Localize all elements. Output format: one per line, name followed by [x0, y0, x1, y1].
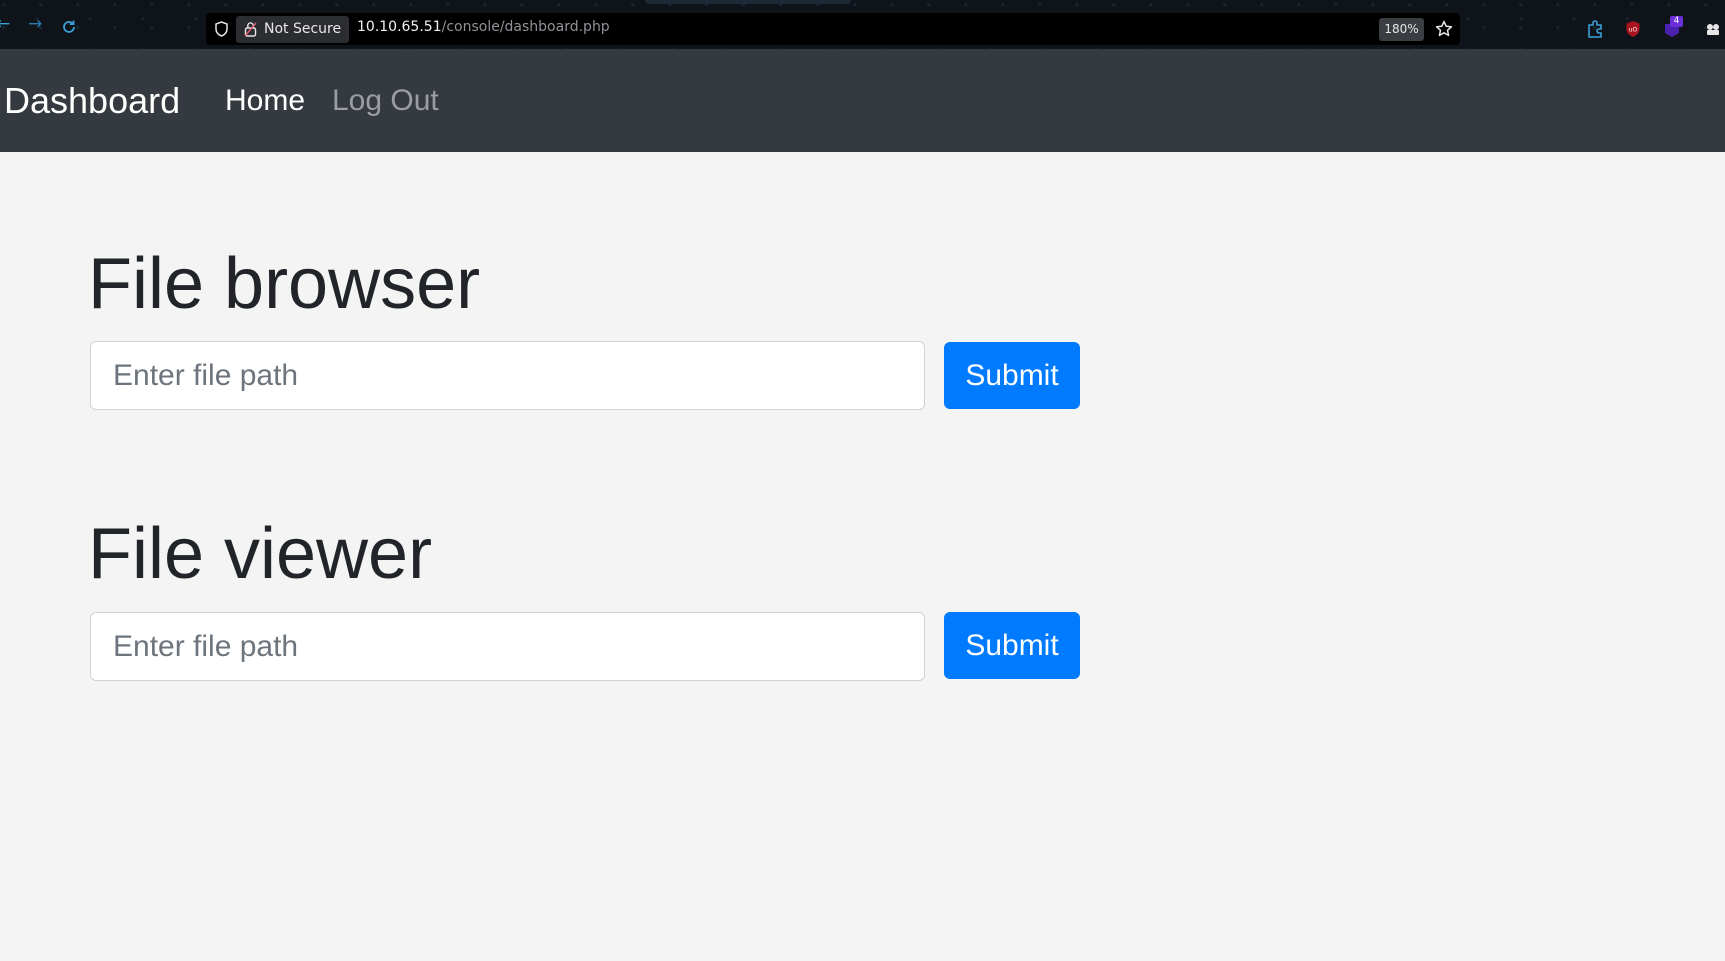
nav-link-home[interactable]: Home	[225, 81, 305, 121]
lock-icon	[244, 22, 257, 37]
svg-text:uO: uO	[1629, 27, 1638, 34]
back-arrow-icon[interactable]: ←	[0, 16, 10, 33]
file-viewer-heading: File viewer	[88, 514, 433, 594]
file-viewer-submit-button[interactable]: Submit	[944, 612, 1080, 679]
url-path: /console/dashboard.php	[441, 19, 610, 35]
extension-puzzle-icon[interactable]	[1585, 19, 1605, 39]
security-label: Not Secure	[264, 21, 342, 37]
zoom-level-badge[interactable]: 180%	[1379, 18, 1424, 41]
security-indicator[interactable]: Not Secure	[236, 16, 350, 43]
star-icon[interactable]	[1434, 19, 1454, 39]
ublock-icon[interactable]: uO	[1623, 19, 1643, 39]
extensions-menu-icon[interactable]	[1703, 19, 1723, 39]
extension-badge-count: 4	[1670, 16, 1683, 27]
url-text[interactable]: 10.10.65.51/console/dashboard.php	[357, 19, 610, 35]
file-browser-heading: File browser	[88, 244, 481, 324]
file-viewer-path-input[interactable]	[90, 612, 925, 681]
shield-icon[interactable]	[214, 21, 229, 37]
file-browser-path-input[interactable]	[90, 341, 925, 410]
url-host: 10.10.65.51	[357, 19, 442, 35]
reload-icon[interactable]	[61, 19, 77, 35]
navbar-brand[interactable]: Dashboard	[4, 78, 180, 124]
forward-arrow-icon[interactable]: →	[28, 16, 42, 33]
file-browser-submit-button[interactable]: Submit	[944, 342, 1080, 409]
active-tab-indicator	[645, 0, 851, 4]
nav-link-logout[interactable]: Log Out	[332, 81, 439, 121]
browser-toolbar: ← → Not Secure 10.10.65.51/console/dashb…	[0, 0, 1725, 49]
